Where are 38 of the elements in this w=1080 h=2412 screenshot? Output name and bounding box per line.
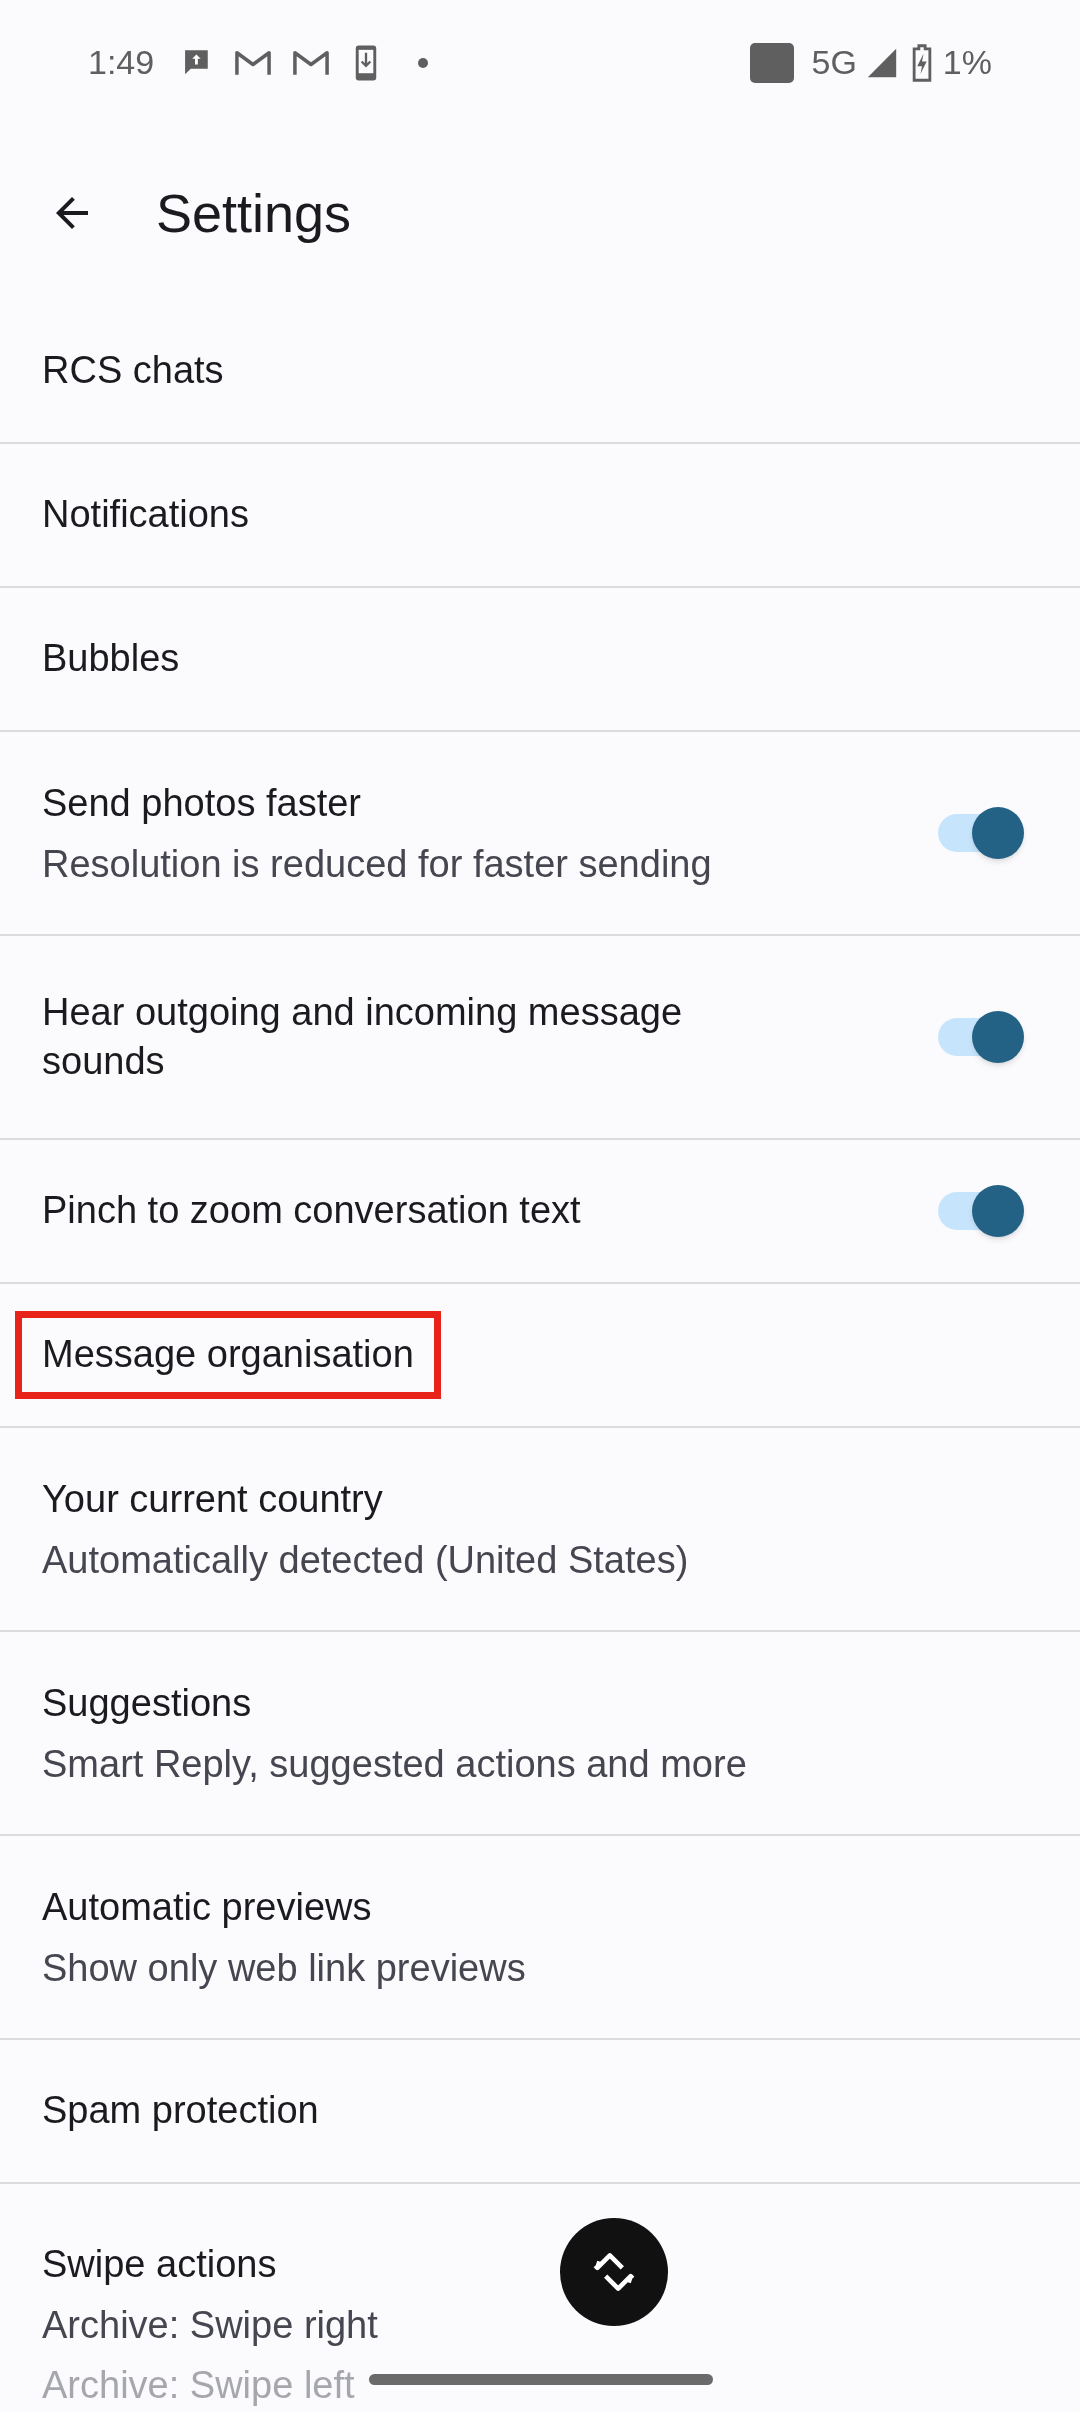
item-title: Suggestions <box>42 1680 252 1726</box>
item-subtitle: Archive: Swipe left <box>42 2363 355 2408</box>
item-title: Bubbles <box>42 636 180 682</box>
item-title: Send photos faster <box>42 780 361 826</box>
item-title: Hear outgoing and incoming message sounds <box>42 989 684 1084</box>
item-subtitle: Archive: Swipe right <box>42 2303 379 2349</box>
battery-charging-icon <box>910 43 933 82</box>
settings-item[interactable]: RCS chats <box>0 300 1080 444</box>
settings-item[interactable]: Send photos faster Resolution is reduced for faster sending <box>0 732 1080 936</box>
item-title: RCS chats <box>42 348 224 394</box>
battery-percentage: 1% <box>942 42 992 83</box>
toggle-switch[interactable] <box>938 807 1024 859</box>
settings-item[interactable]: Bubbles <box>0 588 1080 732</box>
item-title: Spam protection <box>42 2088 319 2134</box>
settings-item[interactable]: Pinch to zoom conversation text <box>0 1140 1080 1284</box>
settings-item[interactable]: Your current country Automatically detected (United States) <box>0 1428 1080 1632</box>
network-type: 5G <box>811 42 857 83</box>
settings-item[interactable]: Hear outgoing and incoming message sounds <box>0 936 1080 1140</box>
item-subtitle: Automatically detected (United States) <box>42 1537 690 1583</box>
item-title: Message organisation <box>15 1311 441 1399</box>
phone-download-icon <box>354 43 379 82</box>
settings-item[interactable]: Message organisation <box>0 1284 1080 1428</box>
item-subtitle: Show only web link previews <box>42 1945 527 1991</box>
item-title: Pinch to zoom conversation text <box>42 1188 581 1234</box>
toggle-switch[interactable] <box>938 1011 1024 1063</box>
item-title: Notifications <box>42 492 249 538</box>
item-subtitle: Resolution is reduced for faster sending <box>42 841 713 887</box>
item-subtitle: Smart Reply, suggested actions and more <box>42 1741 748 1787</box>
settings-item[interactable]: Notifications <box>0 444 1080 588</box>
settings-item[interactable]: Spam protection <box>0 2040 1080 2184</box>
settings-item[interactable]: Automatic previews Show only web link previews <box>0 1836 1080 2040</box>
status-time: 1:49 <box>88 42 155 83</box>
settings-item[interactable]: Swipe actions Archive: Swipe right Archive: Swipe left <box>0 2184 1080 2412</box>
item-title: Automatic previews <box>42 1884 372 1930</box>
settings-item[interactable]: Suggestions Smart Reply, suggested actions and more <box>0 1632 1080 1836</box>
item-title: Your current country <box>42 1476 383 1522</box>
toggle-switch[interactable] <box>938 1185 1024 1237</box>
item-title: Swipe actions <box>42 2242 277 2287</box>
